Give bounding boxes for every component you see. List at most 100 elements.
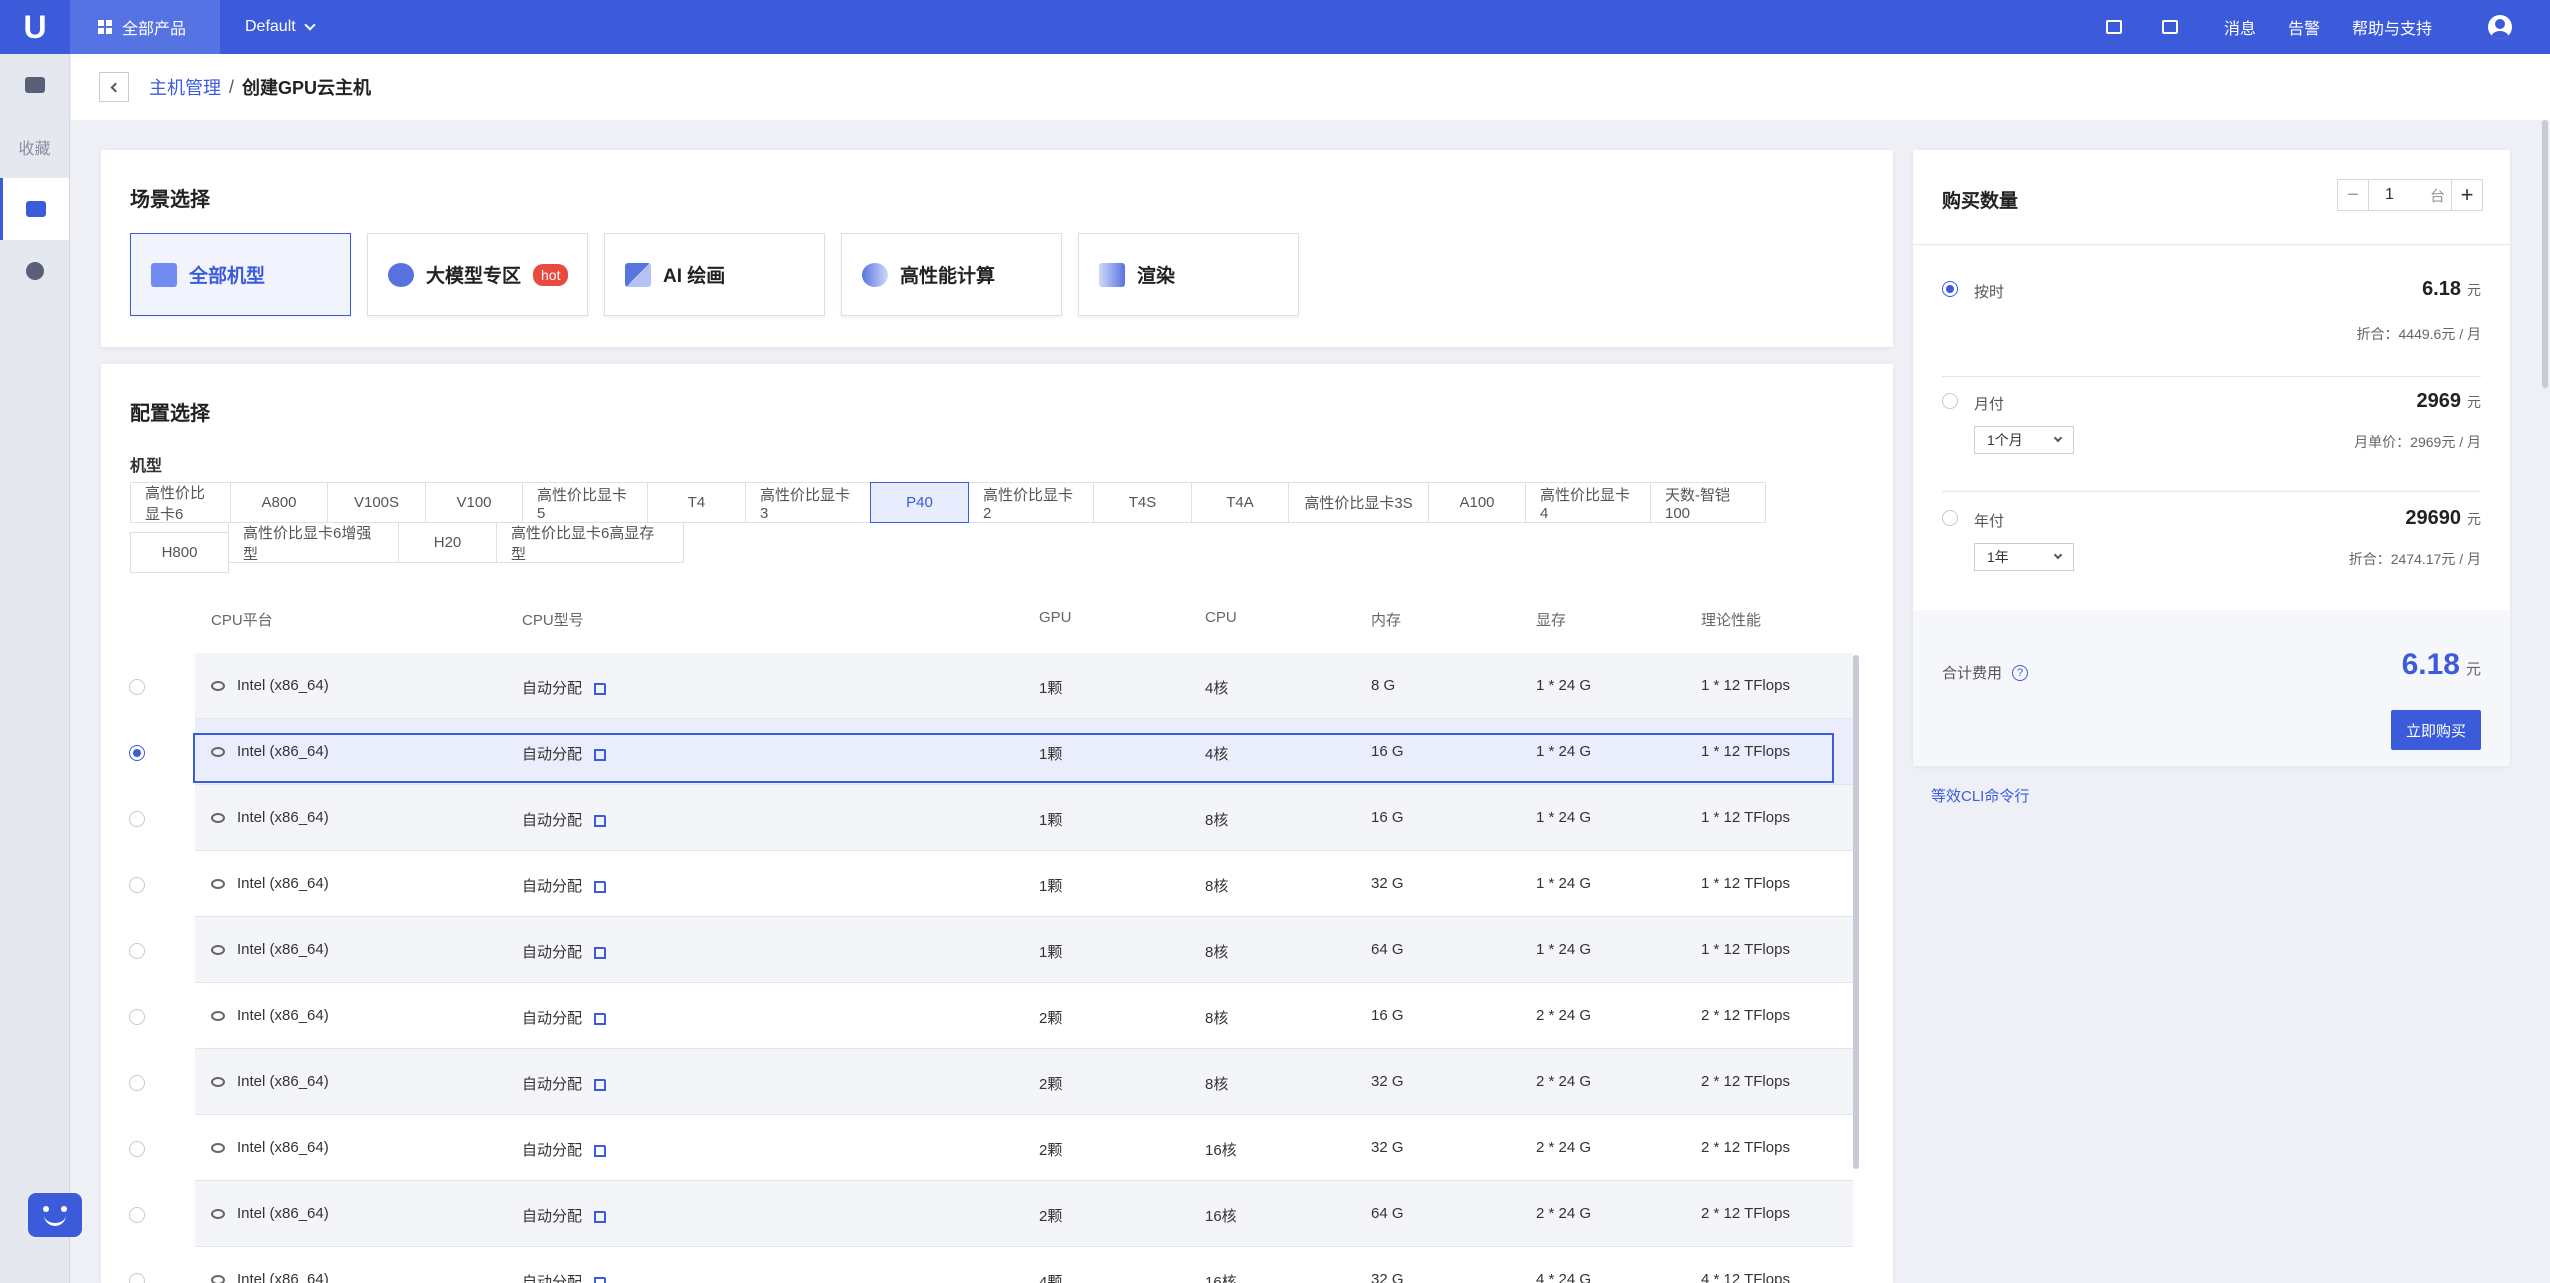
row-radio[interactable] (129, 1207, 145, 1223)
page-scrollbar[interactable] (2542, 120, 2548, 388)
help-link[interactable]: 帮助与支持 (2352, 15, 2432, 39)
model-tab[interactable]: H20 (398, 522, 497, 563)
row-radio[interactable] (129, 1009, 145, 1025)
table-row[interactable]: Intel (x86_64) 自动分配 4颗 16核 32 G 4 * 24 G 4 * 1… (101, 1247, 1893, 1283)
model-tab[interactable]: V100 (425, 482, 523, 523)
model-tab[interactable]: 高性价比显卡4 (1525, 482, 1651, 523)
alerts-link[interactable]: 告警 (2288, 15, 2320, 39)
model-tab[interactable]: 高性价比显卡5 (522, 482, 648, 523)
row-radio[interactable] (129, 1075, 145, 1091)
cell-text: 2 * 24 G (1536, 1073, 1592, 1090)
pay-radio[interactable] (1942, 281, 1958, 297)
edit-icon[interactable] (594, 1145, 607, 1158)
model-tab[interactable]: 高性价比显卡6增强型 (228, 522, 399, 563)
cell-text: 8 G (1371, 677, 1396, 694)
chatbot-icon[interactable] (28, 1193, 82, 1237)
pay-option-monthly[interactable]: 月付 2969 元 1个月 月单价：2969元 / 月 (1942, 390, 2481, 492)
sidebar-item-favorites[interactable]: 收藏 (0, 116, 69, 178)
row-radio[interactable] (129, 811, 145, 827)
model-tab[interactable]: H800 (130, 532, 229, 573)
edit-icon[interactable] (594, 1079, 607, 1092)
edit-icon[interactable] (594, 881, 607, 894)
edit-icon[interactable] (594, 1013, 607, 1026)
table-scrollbar[interactable] (1853, 655, 1859, 1169)
search-icon[interactable] (2105, 20, 2122, 34)
pay-radio[interactable] (1942, 393, 1958, 409)
quantity-title: 购买数量 (1942, 191, 2019, 212)
model-tab[interactable]: 高性价比显卡6 (130, 482, 231, 523)
row-radio[interactable] (129, 679, 145, 695)
edit-icon[interactable] (594, 1277, 607, 1283)
year-select[interactable]: 1年 (1974, 543, 2074, 571)
scene-card-all[interactable]: 全部机型 (130, 233, 351, 316)
row-radio[interactable] (129, 1141, 145, 1157)
sidebar-item-host[interactable] (0, 178, 69, 240)
avatar-icon[interactable] (2488, 15, 2512, 39)
logo[interactable]: U (0, 0, 70, 54)
edit-icon[interactable] (594, 1211, 607, 1224)
table-row[interactable]: Intel (x86_64) 自动分配 1颗 8核 64 G 1 * 24 G 1 * 12… (101, 917, 1893, 983)
model-tab[interactable]: 高性价比显卡2 (968, 482, 1094, 523)
pay-option-hourly[interactable]: 按时 6.18 元 折合：4449.6元 / 月 (1942, 278, 2481, 377)
sidebar-item-network[interactable] (0, 240, 69, 302)
model-tab[interactable]: T4A (1191, 482, 1289, 523)
breadcrumb-parent[interactable]: 主机管理 (149, 74, 221, 100)
host-icon (26, 201, 46, 217)
cli-command-link[interactable]: 等效CLI命令行 (1931, 785, 2029, 806)
table-row[interactable]: Intel (x86_64) 自动分配 2颗 16核 32 G 2 * 24 G 2 * 1… (101, 1115, 1893, 1181)
messages-link[interactable]: 消息 (2224, 15, 2256, 39)
model-tab[interactable]: A800 (230, 482, 328, 523)
buy-now-button[interactable]: 立即购买 (2391, 710, 2481, 750)
model-tab[interactable]: T4 (647, 482, 746, 523)
model-tab[interactable]: P40 (870, 482, 969, 523)
scene-card-ai-painting[interactable]: AI 绘画 (604, 233, 825, 316)
cell-cpu: 16核 (1205, 1205, 1237, 1226)
pay-option-yearly[interactable]: 年付 29690 元 1年 折合：2474.17元 / 月 (1942, 507, 2481, 610)
help-icon[interactable]: ? (2012, 664, 2029, 681)
row-radio[interactable] (129, 745, 145, 761)
model-tab[interactable]: T4S (1093, 482, 1192, 523)
all-products-button[interactable]: 全部产品 (70, 0, 220, 54)
edit-icon[interactable] (594, 815, 607, 828)
table-row[interactable]: Intel (x86_64) 自动分配 1颗 8核 16 G 1 * 24 G 1 * 12… (101, 785, 1893, 851)
top-bar: U 全部产品 Default 消息 告警 帮助与支持 (0, 0, 2550, 54)
month-select[interactable]: 1个月 (1974, 426, 2074, 454)
model-tab[interactable]: 高性价比显卡6高显存型 (496, 522, 684, 563)
cell-gpu: 2颗 (1039, 1139, 1062, 1160)
table-row[interactable]: Intel (x86_64) 自动分配 2颗 16核 64 G 2 * 24 G 2 * 1… (101, 1181, 1893, 1247)
pay-radio[interactable] (1942, 510, 1958, 526)
model-tab[interactable]: A100 (1428, 482, 1526, 523)
table-row[interactable]: Intel (x86_64) 自动分配 1颗 4核 8 G 1 * 24 G 1 * 12 … (101, 653, 1893, 719)
model-tab[interactable]: 高性价比显卡3 (745, 482, 871, 523)
model-tab[interactable]: V100S (327, 482, 426, 523)
row-radio[interactable] (129, 943, 145, 959)
scene-card-label: 高性能计算 (900, 266, 996, 287)
back-button[interactable] (99, 72, 129, 102)
table-row[interactable]: Intel (x86_64) 自动分配 1颗 4核 16 G 1 * 24 G 1 * 12… (101, 719, 1893, 785)
decrement-button[interactable]: − (2337, 179, 2369, 211)
cell-text: 1颗 (1039, 746, 1063, 763)
scene-card-render[interactable]: 渲染 (1078, 233, 1299, 316)
edit-icon[interactable] (594, 683, 607, 696)
quantity-input[interactable]: 1 台 (2369, 179, 2451, 211)
increment-button[interactable]: + (2451, 179, 2483, 211)
row-radio[interactable] (129, 1273, 145, 1283)
edit-icon[interactable] (594, 947, 607, 960)
table-row[interactable]: Intel (x86_64) 自动分配 1颗 8核 32 G 1 * 24 G 1 * 12… (101, 851, 1893, 917)
project-selector[interactable]: Default (245, 18, 316, 36)
scene-card-llm[interactable]: 大模型专区 hot (367, 233, 588, 316)
cell-text: 1 * 24 G (1536, 875, 1592, 892)
sidebar-item-console[interactable] (0, 54, 69, 116)
table-row[interactable]: Intel (x86_64) 自动分配 2颗 8核 32 G 2 * 24 G 2 * 12… (101, 1049, 1893, 1115)
row-radio[interactable] (129, 877, 145, 893)
chevron-down-icon (2053, 433, 2063, 443)
breadcrumb-separator: / (229, 76, 235, 97)
currency: 元 (2467, 394, 2481, 410)
terminal-icon[interactable] (2161, 20, 2178, 34)
scene-card-hpc[interactable]: 高性能计算 (841, 233, 1062, 316)
cpu-chip-icon (211, 945, 225, 956)
table-row[interactable]: Intel (x86_64) 自动分配 2颗 8核 16 G 2 * 24 G 2 * 12… (101, 983, 1893, 1049)
edit-icon[interactable] (594, 749, 607, 762)
model-tab[interactable]: 高性价比显卡3S (1288, 482, 1429, 523)
model-tab[interactable]: 天数-智铠100 (1650, 482, 1766, 523)
